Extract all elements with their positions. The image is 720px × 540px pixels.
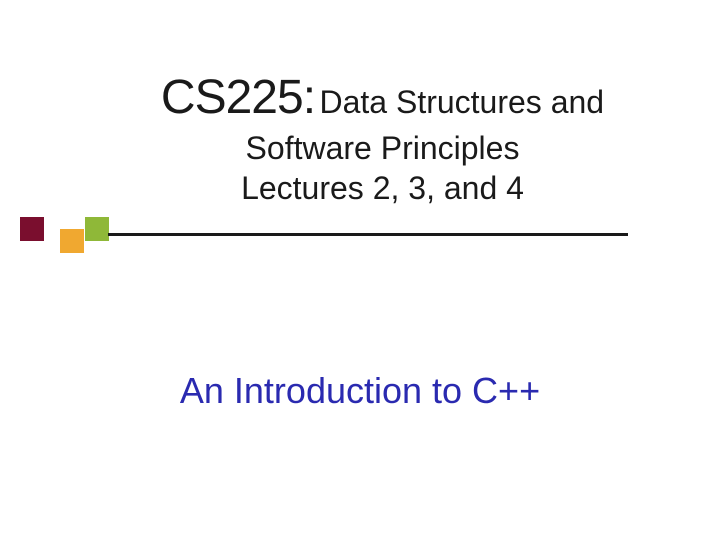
course-name-line2: Software Principles bbox=[246, 130, 520, 166]
course-code: CS225: bbox=[161, 71, 315, 124]
course-name-line1: Data Structures and bbox=[319, 84, 604, 120]
accent-square-gold bbox=[60, 229, 84, 253]
slide-subtitle: An Introduction to C++ bbox=[0, 370, 720, 412]
accent-square-maroon bbox=[20, 217, 44, 241]
slide-title: CS225: Data Structures and Software Prin… bbox=[85, 68, 680, 208]
lecture-numbers: Lectures 2, 3, and 4 bbox=[85, 168, 680, 208]
horizontal-rule bbox=[108, 233, 628, 236]
accent-square-green bbox=[85, 217, 109, 241]
